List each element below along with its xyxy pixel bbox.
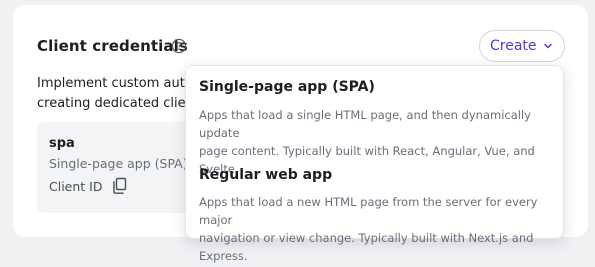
card-title: Client credentials [37,37,188,55]
menu-item-title: Regular web app [199,167,333,183]
client-id-label: Client ID [49,179,103,194]
copy-icon[interactable] [112,177,128,195]
menu-item-description-line: Apps that load a new HTML page from the … [199,195,538,227]
menu-item-description-line: navigation or view change. Typically bui… [199,231,534,263]
client-type: Single-page app (SPA) [49,156,188,171]
create-button-label: Create [490,38,537,54]
menu-item-description-line: Apps that load a single HTML page, and t… [199,108,531,140]
menu-item-single-page-app[interactable]: Single-page app (SPA) Apps that load a s… [186,66,563,176]
client-item[interactable]: spa Single-page app (SPA) Client ID [37,122,207,213]
menu-item-title: Single-page app (SPA) [199,79,375,95]
menu-item-regular-web-app[interactable]: Regular web app Apps that load a new HTM… [186,154,563,263]
description-line: Implement custom author [37,76,187,91]
create-button[interactable]: Create [479,30,565,62]
menu-item-description: Apps that load a new HTML page from the … [199,193,559,265]
description-line: creating dedicated client c [37,96,187,111]
create-dropdown-menu: Single-page app (SPA) Apps that load a s… [185,65,564,263]
card-description: Implement custom author creating dedicat… [37,74,187,118]
chevron-down-icon [544,43,552,49]
client-name: spa [49,136,75,151]
question-circle-icon[interactable] [171,38,187,54]
